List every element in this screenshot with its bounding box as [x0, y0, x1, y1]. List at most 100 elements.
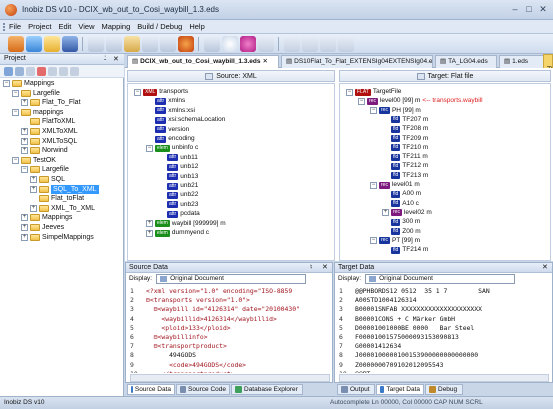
mapping-node[interactable]: − rec level00 [99] m <-- transports.waybill — [358, 97, 483, 105]
collapse-icon[interactable]: − — [21, 166, 28, 174]
mapping-node[interactable]: − FLAT TargetFile — [346, 88, 401, 96]
mapping-node[interactable]: fld TF209 m — [382, 135, 428, 143]
add-icon[interactable] — [15, 67, 24, 76]
mapping-node[interactable]: fld 300 m — [382, 218, 420, 226]
expand-icon[interactable]: + — [21, 99, 28, 107]
menu-item-mapping[interactable]: Mapping — [102, 22, 131, 31]
expand-icon[interactable]: + — [30, 176, 37, 183]
expand-icon[interactable]: + — [21, 128, 28, 135]
mapping-node[interactable]: attr unb11 — [158, 154, 198, 162]
cut-icon[interactable] — [88, 36, 104, 52]
collapse-icon[interactable]: − — [3, 80, 10, 87]
tree-item[interactable]: − Mappings — [3, 79, 54, 88]
properties-icon[interactable] — [160, 36, 176, 52]
menu-item-build-debug[interactable]: Build / Debug — [137, 22, 182, 31]
collapse-icon[interactable]: − — [370, 181, 377, 189]
source-display-select[interactable]: Original Document — [156, 274, 307, 284]
target-code-view[interactable]: 1 @@PHBORDS12 0512 35 1 7 SAN 2 A00STD10041… — [339, 287, 551, 373]
collapse-icon[interactable]: − — [134, 88, 141, 96]
mapping-node[interactable]: fld TF210 m — [382, 144, 428, 152]
bottom-tab[interactable]: Target Data — [376, 384, 424, 395]
bottom-tab[interactable]: Debug — [425, 384, 463, 395]
collapse-icon[interactable]: − — [346, 88, 353, 96]
mapping-node[interactable]: fld TF214 m — [382, 246, 428, 254]
bottom-tab[interactable]: Database Explorer — [231, 384, 303, 395]
tree-item[interactable]: + SQL_To_XML — [30, 184, 99, 194]
step-into-icon[interactable] — [320, 36, 336, 52]
source-code-view[interactable]: 1 <?xml version="1.0" encoding="ISO-8859 2… — [130, 287, 332, 373]
bottom-tab[interactable]: Source Code — [176, 384, 230, 395]
expand-icon[interactable]: + — [21, 224, 28, 231]
open-folder-icon[interactable] — [44, 36, 60, 52]
step-over-icon[interactable] — [338, 36, 354, 52]
close-tab-icon[interactable]: ✕ — [262, 56, 267, 68]
paste-icon[interactable] — [124, 36, 140, 52]
mapping-node[interactable]: attr xmlns — [146, 97, 185, 105]
outdent-icon[interactable] — [302, 36, 318, 52]
mapping-node[interactable]: − rec level01 m — [370, 181, 420, 189]
collapse-icon[interactable]: − — [370, 237, 377, 245]
tree-item[interactable]: + Jeeves — [21, 223, 64, 232]
tree-item[interactable]: − Largefile — [12, 89, 60, 98]
save-icon[interactable] — [62, 36, 78, 52]
tree-item[interactable]: + Flat_To_Flat — [21, 98, 81, 107]
menu-item-view[interactable]: View — [78, 22, 94, 31]
mapping-node[interactable]: − rec PT [99] m — [370, 237, 420, 245]
delete-icon[interactable] — [37, 67, 46, 76]
refresh-icon[interactable] — [48, 67, 57, 76]
new-file-icon[interactable] — [26, 36, 42, 52]
maximize-icon[interactable]: □ — [523, 3, 535, 15]
expand-icon[interactable]: + — [21, 233, 28, 241]
mapping-node[interactable]: − XML transports — [134, 88, 188, 96]
target-display-select[interactable]: Original Document — [365, 274, 516, 284]
mapping-node[interactable]: + elem waybill [999999] m — [146, 220, 226, 228]
mapping-node[interactable]: fld TF211 m — [382, 153, 428, 161]
tree-item[interactable]: + XML_To_XML — [30, 204, 95, 213]
mapping-node[interactable]: + elem dummyend c — [146, 229, 209, 237]
bottom-tab[interactable]: Source Data — [127, 384, 175, 395]
collapse-icon[interactable]: − — [12, 89, 19, 97]
close-panel-icon[interactable]: ✕ — [113, 55, 119, 63]
menu-item-file[interactable]: File — [9, 22, 21, 31]
mapping-node[interactable]: fld Z00 m — [382, 228, 421, 236]
run-icon[interactable] — [222, 36, 238, 52]
menu-item-project[interactable]: Project — [28, 22, 51, 31]
expand-icon[interactable]: + — [21, 214, 28, 222]
menu-grip[interactable] — [3, 23, 5, 31]
build-icon[interactable] — [178, 36, 194, 52]
expand-icon[interactable]: + — [146, 229, 153, 237]
indent-icon[interactable] — [284, 36, 300, 52]
tree-item[interactable]: − Largefile — [21, 165, 69, 174]
step-icon[interactable] — [258, 36, 274, 52]
tree-item[interactable]: + Norwind — [21, 146, 68, 155]
horizontal-scrollbar[interactable] — [130, 374, 330, 382]
menu-item-edit[interactable]: Edit — [58, 22, 71, 31]
mapping-node[interactable]: fld TF207 m — [382, 116, 428, 124]
expand-icon[interactable]: + — [30, 204, 37, 212]
mapping-node[interactable]: − elem unbinfo c — [146, 144, 198, 152]
mapping-node[interactable]: attr unb22 — [158, 191, 198, 199]
tree-item[interactable]: + XMLToSQL — [21, 137, 77, 146]
new-project-icon[interactable] — [8, 36, 24, 52]
close-icon[interactable]: ✕ — [537, 3, 549, 15]
expand-icon[interactable]: + — [146, 220, 153, 228]
close-panel-icon[interactable]: ✕ — [322, 263, 328, 272]
copy-icon[interactable] — [106, 36, 122, 52]
mapping-node[interactable]: fld A10 c — [382, 200, 419, 208]
mapping-node[interactable]: attr pcdata — [158, 210, 200, 218]
mapping-node[interactable]: fld TF212 m — [382, 162, 428, 170]
tree-item[interactable]: + XMLToXML — [21, 127, 78, 136]
mapping-node[interactable]: fld TF208 m — [382, 125, 428, 133]
menu-item-help[interactable]: Help — [189, 22, 204, 31]
mapping-node[interactable]: attr xsi:schemaLocation — [146, 116, 225, 124]
tree-item[interactable]: FlatToXML — [21, 117, 75, 126]
expand-icon[interactable]: + — [21, 137, 28, 145]
pin-icon[interactable]: ⍘ — [103, 55, 107, 63]
mapping-node[interactable]: attr unb21 — [158, 182, 198, 190]
document-tab[interactable]: ▤ TA_LG04.eds — [435, 55, 497, 68]
tree-item[interactable]: + SimpelMappings — [21, 233, 94, 242]
collapse-icon[interactable]: − — [12, 156, 19, 164]
bottom-tab[interactable]: Output — [337, 384, 375, 395]
tree-item[interactable]: − mappings — [12, 108, 63, 117]
debug-settings-icon[interactable] — [204, 36, 220, 52]
